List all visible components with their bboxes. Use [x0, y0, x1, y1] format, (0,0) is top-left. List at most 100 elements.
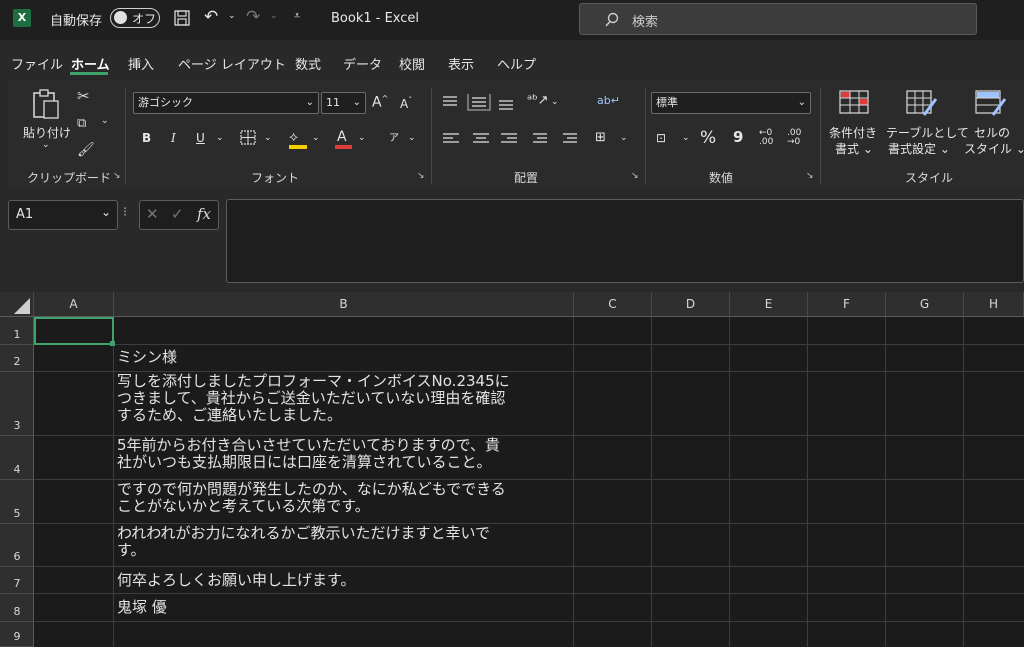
autosave-toggle[interactable]: オフ — [110, 8, 160, 28]
accounting-format-icon[interactable]: ⊡ — [656, 131, 666, 145]
tab-page-layout[interactable]: ページ レイアウト — [178, 54, 286, 73]
tab-data[interactable]: データ — [343, 54, 382, 73]
row-header-8[interactable]: 8 — [0, 594, 34, 622]
row-header-2[interactable]: 2 — [0, 345, 34, 372]
row-header-9[interactable]: 9 — [0, 622, 34, 647]
select-all-button[interactable] — [0, 292, 34, 317]
fill-color-dropdown-icon[interactable]: ⌄ — [312, 133, 320, 143]
row-header-6[interactable]: 6 — [0, 524, 34, 567]
tab-file[interactable]: ファイル — [11, 54, 63, 73]
alignment-launcher-icon[interactable]: ↘ — [631, 171, 639, 181]
paste-icon[interactable] — [31, 88, 61, 120]
formula-bar-splitter[interactable]: ⁝ — [123, 205, 127, 220]
tab-insert[interactable]: 挿入 — [128, 54, 154, 73]
font-launcher-icon[interactable]: ↘ — [417, 171, 425, 181]
underline-button[interactable]: U — [196, 131, 205, 145]
formula-input[interactable] — [226, 199, 1024, 283]
row-header-7[interactable]: 7 — [0, 567, 34, 594]
column-header-f[interactable]: F — [808, 292, 886, 317]
cell-styles-icon[interactable] — [975, 89, 1007, 117]
name-box[interactable]: A1 ⌄ — [8, 200, 118, 230]
borders-icon[interactable] — [240, 130, 258, 146]
borders-dropdown-icon[interactable]: ⌄ — [264, 133, 272, 143]
row-header-3[interactable]: 3 — [0, 372, 34, 436]
cell-b8[interactable]: 鬼塚 優 — [117, 599, 573, 616]
column-header-g[interactable]: G — [886, 292, 964, 317]
column-header-b[interactable]: B — [114, 292, 574, 317]
row-header-5[interactable]: 5 — [0, 480, 34, 524]
enter-icon[interactable]: ✓ — [171, 205, 184, 223]
phonetic-icon[interactable]: ア — [389, 129, 399, 144]
phonetic-dropdown-icon[interactable]: ⌄ — [408, 133, 416, 143]
font-size-select[interactable]: 11 ⌄ — [321, 92, 366, 114]
selected-cell-a1[interactable] — [34, 317, 114, 345]
customize-toolbar-icon[interactable]: ⩡ — [294, 9, 300, 23]
top-align-button[interactable] — [441, 90, 459, 112]
underline-dropdown-icon[interactable]: ⌄ — [216, 133, 224, 143]
wrap-text-icon[interactable]: ab↵ — [597, 94, 620, 107]
number-format-select[interactable]: 標準 ⌄ — [651, 92, 811, 114]
column-header-h[interactable]: H — [964, 292, 1024, 317]
cell-styles-label[interactable]: セルの — [974, 124, 1010, 141]
comma-style-button[interactable]: 9 — [733, 128, 743, 146]
cell-b2[interactable]: ミシン様 — [117, 349, 573, 366]
grow-font-button[interactable]: A^ — [372, 94, 388, 111]
column-header-c[interactable]: C — [574, 292, 652, 317]
tab-help[interactable]: ヘルプ — [497, 54, 536, 73]
bottom-align-button[interactable] — [498, 90, 516, 112]
font-name-select[interactable]: 游ゴシック ⌄ — [133, 92, 319, 114]
number-launcher-icon[interactable]: ↘ — [806, 171, 814, 181]
accounting-dropdown-icon[interactable]: ⌄ — [682, 133, 690, 143]
row-header-4[interactable]: 4 — [0, 436, 34, 480]
undo-icon[interactable]: ↶ — [204, 7, 218, 27]
search-box[interactable]: 検索 — [579, 3, 977, 35]
paste-dropdown-icon[interactable]: ⌄ — [42, 140, 50, 150]
format-as-table-icon[interactable] — [906, 89, 938, 117]
tab-formulas[interactable]: 数式 — [295, 54, 321, 73]
cell-b6[interactable]: われわれがお力になれるかご教示いただけますと幸いで す。 — [117, 525, 573, 559]
cell-b7[interactable]: 何卒よろしくお願い申し上げます。 — [117, 572, 573, 589]
font-color-dropdown-icon[interactable]: ⌄ — [358, 133, 366, 143]
column-header-a[interactable]: A — [34, 292, 114, 317]
orientation-dropdown-icon[interactable]: ⌄ — [551, 97, 559, 107]
row-header-1[interactable]: 1 — [0, 317, 34, 345]
tab-view[interactable]: 表示 — [448, 54, 474, 73]
format-as-table-label-2[interactable]: 書式設定 ⌄ — [888, 140, 950, 157]
format-painter-icon[interactable]: 🖌 — [77, 140, 95, 160]
merge-dropdown-icon[interactable]: ⌄ — [620, 133, 628, 143]
bold-button[interactable]: B — [142, 131, 151, 145]
format-as-table-label[interactable]: テーブルとして — [886, 124, 969, 141]
horizontal-align-buttons[interactable] — [441, 128, 581, 150]
insert-function-icon[interactable]: fx — [197, 205, 211, 223]
conditional-formatting-label-2[interactable]: 書式 ⌄ — [835, 140, 873, 157]
cell-b4[interactable]: 5年前からお付き合いさせていただいておりますので、貴 社がいつも支払期限日には口… — [117, 437, 573, 471]
copy-dropdown-icon[interactable]: ⌄ — [101, 116, 109, 126]
cut-icon[interactable]: ✂ — [77, 86, 90, 106]
tab-review[interactable]: 校閲 — [399, 54, 425, 73]
clipboard-launcher-icon[interactable]: ↘ — [113, 171, 121, 181]
font-color-icon[interactable]: A — [337, 129, 347, 145]
conditional-formatting-label[interactable]: 条件付き — [829, 124, 877, 141]
column-header-e[interactable]: E — [730, 292, 808, 317]
middle-align-button[interactable] — [468, 90, 490, 112]
fill-handle[interactable] — [110, 341, 115, 346]
paste-button-label[interactable]: 貼り付け — [23, 124, 71, 141]
cell-b3[interactable]: 写しを添付しましたプロフォーマ・インボイスNo.2345に つきまして、貴社から… — [117, 373, 573, 424]
tab-home[interactable]: ホーム — [71, 54, 110, 73]
italic-button[interactable]: I — [171, 131, 176, 145]
increase-decimal-button[interactable]: ←0 .00 — [759, 129, 779, 147]
decrease-decimal-button[interactable]: .00 →0 — [787, 129, 807, 147]
fill-color-icon[interactable]: ⟡ — [289, 127, 298, 147]
cell-b5[interactable]: ですので何か問題が発生したのか、なにか私どもでできる ことがないかと考えている次… — [117, 481, 573, 515]
percent-button[interactable]: % — [700, 128, 716, 148]
conditional-formatting-icon[interactable] — [839, 89, 869, 117]
undo-dropdown-icon[interactable]: ⌄ — [228, 11, 236, 21]
save-icon[interactable] — [173, 9, 191, 27]
shrink-font-button[interactable]: Aˇ — [400, 96, 412, 111]
cancel-icon[interactable]: ✕ — [146, 205, 159, 223]
merge-center-icon[interactable]: ⊞ — [595, 130, 606, 145]
copy-icon[interactable]: ⧉ — [77, 114, 86, 134]
cell-styles-label-2[interactable]: スタイル ⌄ — [964, 140, 1024, 157]
orientation-icon[interactable]: ᵃᵇ↗ — [527, 93, 549, 108]
column-header-d[interactable]: D — [652, 292, 730, 317]
